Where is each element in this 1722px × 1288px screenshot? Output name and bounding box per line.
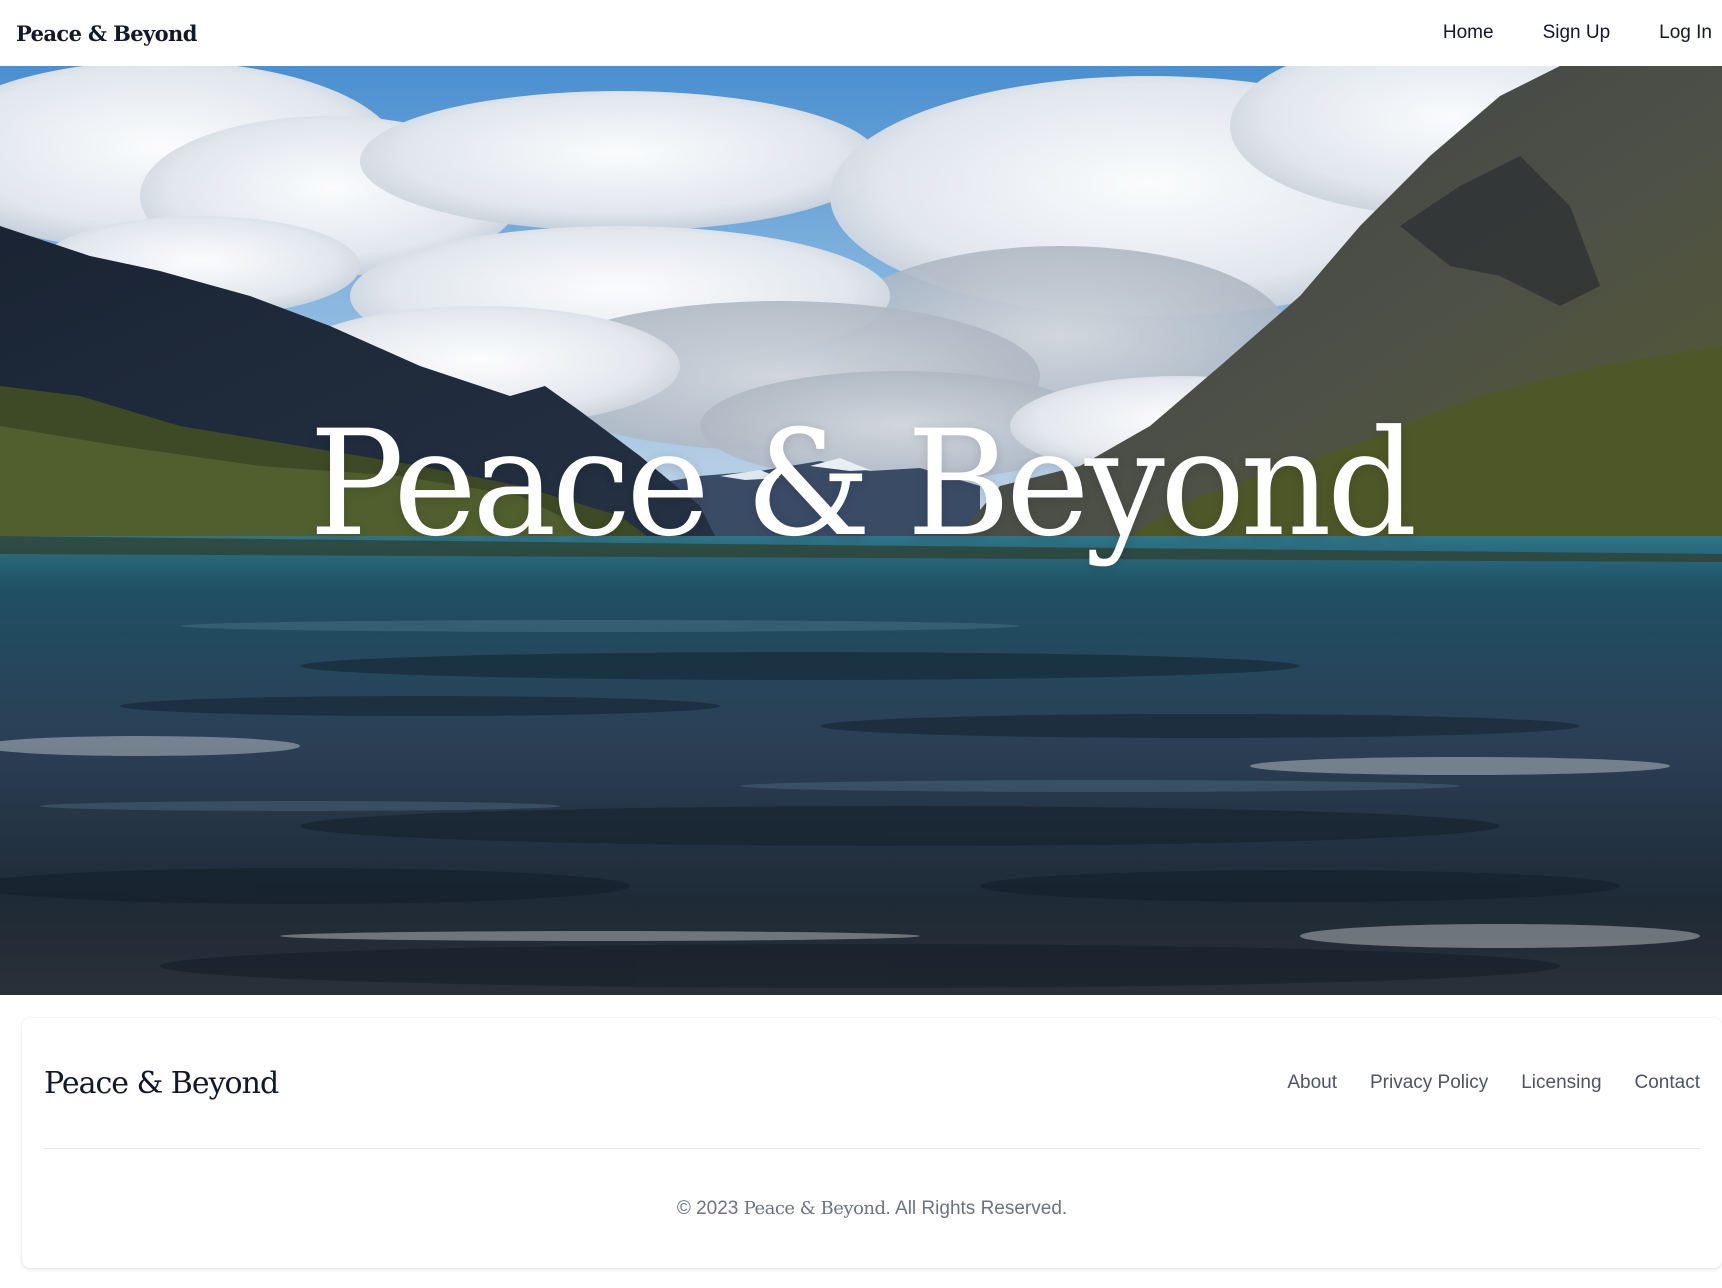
top-navbar: Peace & Beyond Home Sign Up Log In (0, 0, 1722, 66)
hero-section: Peace & Beyond (0, 66, 1722, 995)
footer-top-row: Peace & Beyond About Privacy Policy Lice… (44, 1018, 1722, 1148)
footer-divider (44, 1148, 1700, 1149)
footer-nav: About Privacy Policy Licensing Contact (1287, 1072, 1700, 1094)
footer-link-about[interactable]: About (1287, 1072, 1337, 1094)
nav-link-home[interactable]: Home (1443, 16, 1494, 50)
footer: Peace & Beyond About Privacy Policy Lice… (22, 1018, 1722, 1268)
copyright-prefix: © 2023 (676, 1198, 744, 1219)
hero-title: Peace & Beyond (0, 66, 1722, 995)
nav-link-log-in[interactable]: Log In (1659, 16, 1712, 50)
copyright-suffix: . All Rights Reserved. (885, 1198, 1068, 1219)
copyright-brand: Peace & Beyond (743, 1198, 886, 1219)
brand-logo[interactable]: Peace & Beyond (16, 21, 197, 46)
footer-link-licensing[interactable]: Licensing (1521, 1072, 1601, 1094)
hero-title-text: Peace & Beyond (309, 398, 1417, 569)
nav-link-sign-up[interactable]: Sign Up (1543, 16, 1611, 50)
footer-copyright: © 2023 Peace & Beyond. All Rights Reserv… (22, 1198, 1722, 1220)
footer-brand-logo[interactable]: Peace & Beyond (44, 1066, 279, 1101)
main-nav: Home Sign Up Log In (1443, 16, 1712, 50)
footer-link-contact[interactable]: Contact (1635, 1072, 1700, 1094)
footer-link-privacy-policy[interactable]: Privacy Policy (1370, 1072, 1488, 1094)
